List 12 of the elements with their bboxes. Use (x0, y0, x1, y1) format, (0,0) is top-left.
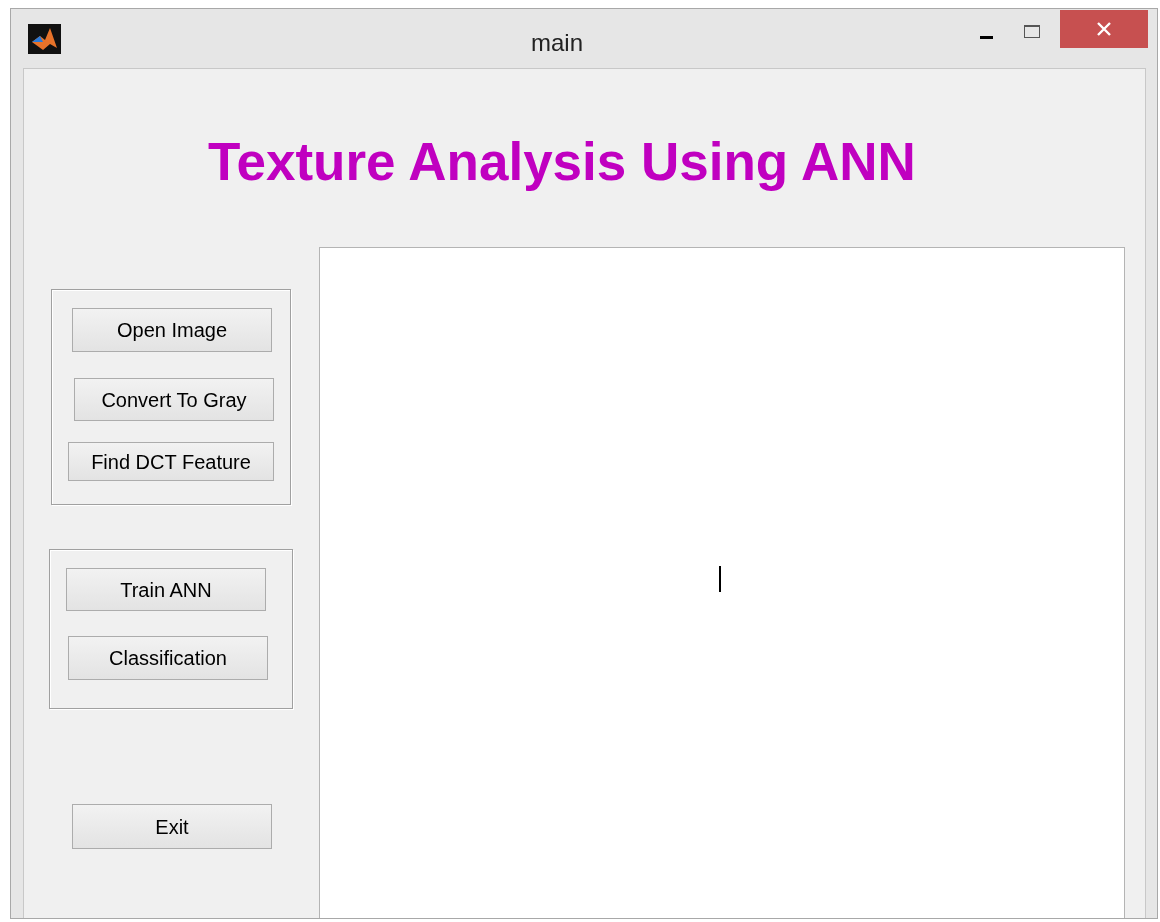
app-logo-icon (28, 24, 61, 54)
action-button[interactable]: Classification (68, 636, 268, 680)
action-button[interactable]: Convert To Gray (74, 378, 274, 421)
text-cursor-icon (719, 566, 721, 592)
maximize-icon (1024, 24, 1040, 38)
action-button[interactable]: Find DCT Feature (68, 442, 274, 481)
action-button[interactable]: Open Image (72, 308, 272, 352)
minimize-icon (979, 35, 993, 39)
close-icon (1097, 22, 1111, 36)
window-title: main (531, 28, 584, 58)
exit-button[interactable]: Exit (72, 804, 272, 849)
action-button[interactable]: Train ANN (66, 568, 266, 611)
